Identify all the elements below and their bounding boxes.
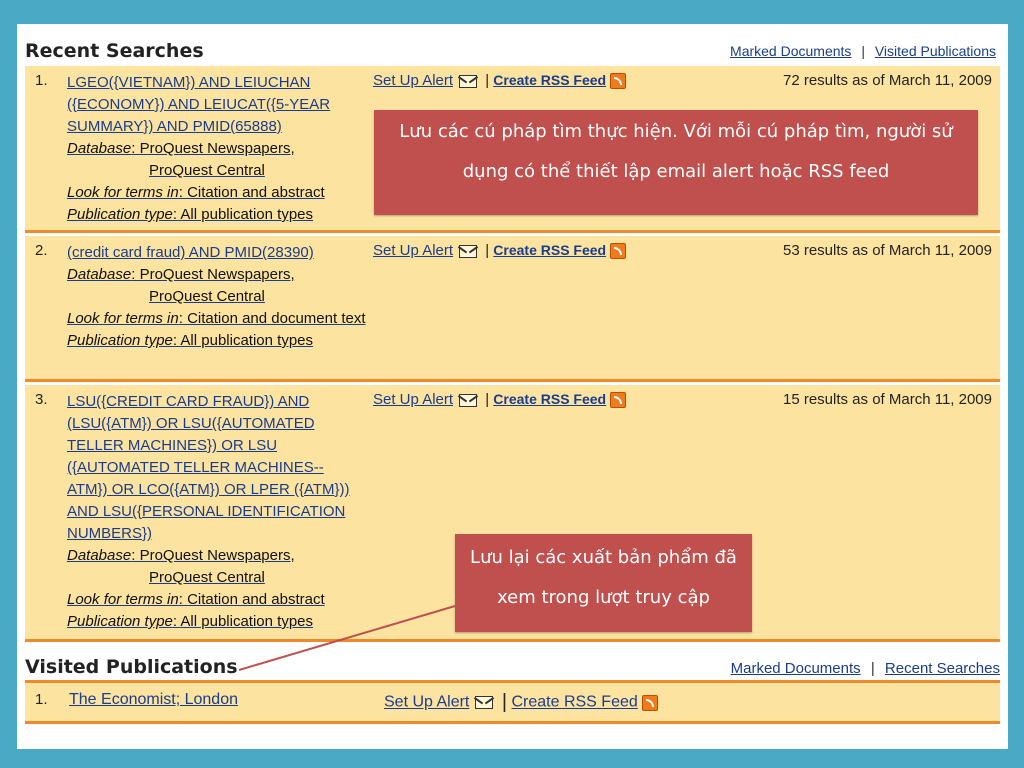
create-rss-feed-link[interactable]: Create RSS Feed bbox=[493, 72, 606, 88]
query-text[interactable]: LGEO({VIETNAM}) AND LEIUCHAN ({ECONOMY})… bbox=[67, 74, 330, 135]
look-for-label: Look for terms in bbox=[67, 310, 179, 327]
alert-actions: Set Up Alert | Create RSS Feed bbox=[373, 391, 627, 409]
saved-search-query[interactable]: LGEO({VIETNAM}) AND LEIUCHAN ({ECONOMY})… bbox=[67, 72, 377, 226]
rss-icon[interactable] bbox=[610, 73, 627, 90]
visited-row-1: 1. The Economist; London Set Up Alert | … bbox=[25, 680, 1000, 724]
link-separator: | bbox=[861, 43, 865, 59]
database-label: Database bbox=[67, 266, 132, 283]
database-value-2: ProQuest Central bbox=[149, 162, 265, 179]
look-for-value: Citation and document text bbox=[187, 310, 366, 327]
publication-type-value: All publication types bbox=[180, 206, 313, 223]
recent-searches-title: Recent Searches bbox=[25, 40, 204, 62]
publication-type-label: Publication type bbox=[67, 206, 173, 223]
look-for-value: Citation and abstract bbox=[187, 184, 325, 201]
query-text[interactable]: (credit card fraud) AND PMID(28390) bbox=[67, 244, 314, 261]
look-for-value: Citation and abstract bbox=[187, 591, 325, 608]
publication-type-label: Publication type bbox=[67, 332, 173, 349]
link-separator: | bbox=[870, 660, 875, 677]
publication-link[interactable]: The Economist; London bbox=[69, 691, 238, 709]
set-up-alert-link[interactable]: Set Up Alert bbox=[373, 242, 453, 259]
alert-actions: Set Up Alert | Create RSS Feed bbox=[373, 242, 627, 260]
create-rss-feed-link[interactable]: Create RSS Feed bbox=[511, 694, 637, 711]
rss-icon[interactable] bbox=[641, 694, 658, 711]
create-rss-feed-link[interactable]: Create RSS Feed bbox=[493, 242, 606, 258]
search-meta: Database: ProQuest Newspapers, ProQuest … bbox=[67, 138, 377, 226]
callout-visited-publications: Lưu lại các xuất bản phẩm đã xem trong l… bbox=[455, 534, 752, 632]
look-for-label: Look for terms in bbox=[67, 591, 179, 608]
results-count: 53 results as of March 11, 2009 bbox=[782, 242, 992, 259]
alert-actions: Set Up Alert | Create RSS Feed bbox=[384, 691, 658, 714]
marked-documents-link[interactable]: Marked Documents bbox=[730, 43, 851, 59]
database-label: Database bbox=[67, 140, 132, 157]
envelope-icon[interactable] bbox=[459, 74, 478, 88]
row-number: 2. bbox=[35, 242, 48, 259]
link-separator: | bbox=[501, 691, 508, 713]
set-up-alert-link[interactable]: Set Up Alert bbox=[373, 391, 453, 408]
database-value: ProQuest Newspapers, bbox=[139, 266, 295, 283]
look-for-label: Look for terms in bbox=[67, 184, 179, 201]
database-value-2: ProQuest Central bbox=[149, 569, 265, 586]
database-label: Database bbox=[67, 547, 132, 564]
recent-searches-link[interactable]: Recent Searches bbox=[885, 660, 1000, 677]
publication-type-value: All publication types bbox=[180, 613, 313, 630]
envelope-icon[interactable] bbox=[459, 244, 478, 258]
rss-icon[interactable] bbox=[610, 243, 627, 260]
visited-publications-link[interactable]: Visited Publications bbox=[875, 43, 996, 59]
set-up-alert-link[interactable]: Set Up Alert bbox=[384, 694, 469, 711]
database-value: ProQuest Newspapers, bbox=[139, 547, 295, 564]
saved-search-query[interactable]: (credit card fraud) AND PMID(28390) Data… bbox=[67, 242, 377, 352]
visited-publications-title: Visited Publications bbox=[25, 656, 238, 678]
create-rss-feed-link[interactable]: Create RSS Feed bbox=[493, 391, 606, 407]
set-up-alert-link[interactable]: Set Up Alert bbox=[373, 72, 453, 89]
database-value: ProQuest Newspapers, bbox=[139, 140, 295, 157]
callout-recent-searches: Lưu các cú pháp tìm thực hiện. Với mỗi c… bbox=[374, 110, 978, 215]
visited-toplinks: Marked Documents | Recent Searches bbox=[731, 660, 1000, 677]
row-number: 1. bbox=[35, 691, 48, 708]
saved-search-query[interactable]: LSU({CREDIT CARD FRAUD}) AND (LSU({ATM})… bbox=[67, 391, 357, 633]
results-count: 72 results as of March 11, 2009 bbox=[782, 72, 992, 89]
alert-actions: Set Up Alert | Create RSS Feed bbox=[373, 72, 627, 90]
row-number: 1. bbox=[35, 72, 48, 89]
query-text[interactable]: LSU({CREDIT CARD FRAUD}) AND (LSU({ATM})… bbox=[67, 393, 350, 542]
publication-type-value: All publication types bbox=[180, 332, 313, 349]
search-row-2: 2. (credit card fraud) AND PMID(28390) D… bbox=[25, 236, 1000, 382]
row-number: 3. bbox=[35, 391, 48, 408]
marked-documents-link[interactable]: Marked Documents bbox=[731, 660, 861, 677]
database-value-2: ProQuest Central bbox=[149, 288, 265, 305]
rss-icon[interactable] bbox=[610, 392, 627, 409]
search-meta: Database: ProQuest Newspapers, ProQuest … bbox=[67, 545, 357, 633]
results-count: 15 results as of March 11, 2009 bbox=[782, 391, 992, 408]
proquest-panel: Recent Searches Marked Documents | Visit… bbox=[17, 24, 1008, 749]
search-meta: Database: ProQuest Newspapers, ProQuest … bbox=[67, 264, 377, 352]
envelope-icon[interactable] bbox=[459, 393, 478, 407]
publication-type-label: Publication type bbox=[67, 613, 173, 630]
envelope-icon[interactable] bbox=[475, 696, 494, 709]
recent-toplinks: Marked Documents | Visited Publications bbox=[730, 43, 996, 59]
